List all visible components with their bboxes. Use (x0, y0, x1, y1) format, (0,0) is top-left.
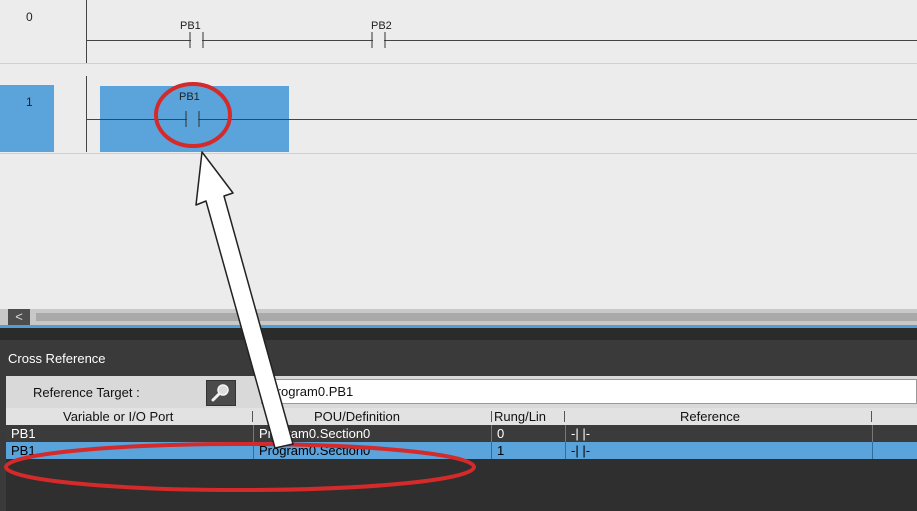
cell-rung: 1 (491, 442, 565, 459)
column-header-rung[interactable]: Rung/Lin (494, 408, 562, 425)
scroll-left-icon[interactable]: < (8, 309, 30, 325)
cell-extra (872, 442, 917, 459)
reference-target-label: Reference Target : (33, 385, 140, 400)
reference-target-field[interactable]: Program0.PB1 (261, 379, 917, 404)
table-row-selected[interactable]: PB1 Program0.Section0 1 -| |- (6, 442, 917, 459)
cell-variable: PB1 (11, 443, 36, 458)
column-divider[interactable] (871, 411, 872, 422)
cell-variable: PB1 (11, 426, 36, 441)
cell-reference: -| |- (565, 442, 872, 459)
cell-pou: Program0.Section0 (253, 425, 491, 442)
horizontal-scrollbar[interactable]: < (0, 309, 917, 325)
cell-pou: Program0.Section0 (253, 442, 491, 459)
contact-symbols (185, 32, 386, 127)
cell-extra (872, 425, 917, 442)
search-icon (211, 384, 229, 402)
table-row[interactable]: PB1 Program0.Section0 0 -| |- (6, 425, 917, 442)
panel-splitter[interactable] (0, 325, 917, 328)
ladder-editor[interactable]: 0 PB1 PB2 1 PB1 < (0, 0, 917, 327)
cross-reference-table: Variable or I/O Port POU/Definition Rung… (6, 408, 917, 511)
panel-title: Cross Reference (8, 351, 106, 366)
table-header: Variable or I/O Port POU/Definition Rung… (6, 408, 917, 425)
cross-reference-panel: Cross Reference Reference Target : Progr… (0, 340, 917, 511)
column-header-pou[interactable]: POU/Definition (314, 408, 400, 425)
table-empty-area (6, 459, 917, 511)
scroll-track[interactable] (36, 313, 917, 321)
column-header-variable[interactable]: Variable or I/O Port (63, 408, 173, 425)
cell-reference: -| |- (565, 425, 872, 442)
search-button[interactable] (206, 380, 236, 406)
cell-rung: 0 (491, 425, 565, 442)
reference-toolbar: Reference Target : Program0.PB1 (6, 376, 917, 409)
column-divider[interactable] (564, 411, 565, 422)
column-divider[interactable] (252, 411, 253, 422)
column-divider[interactable] (491, 411, 492, 422)
column-header-reference[interactable]: Reference (680, 408, 740, 425)
